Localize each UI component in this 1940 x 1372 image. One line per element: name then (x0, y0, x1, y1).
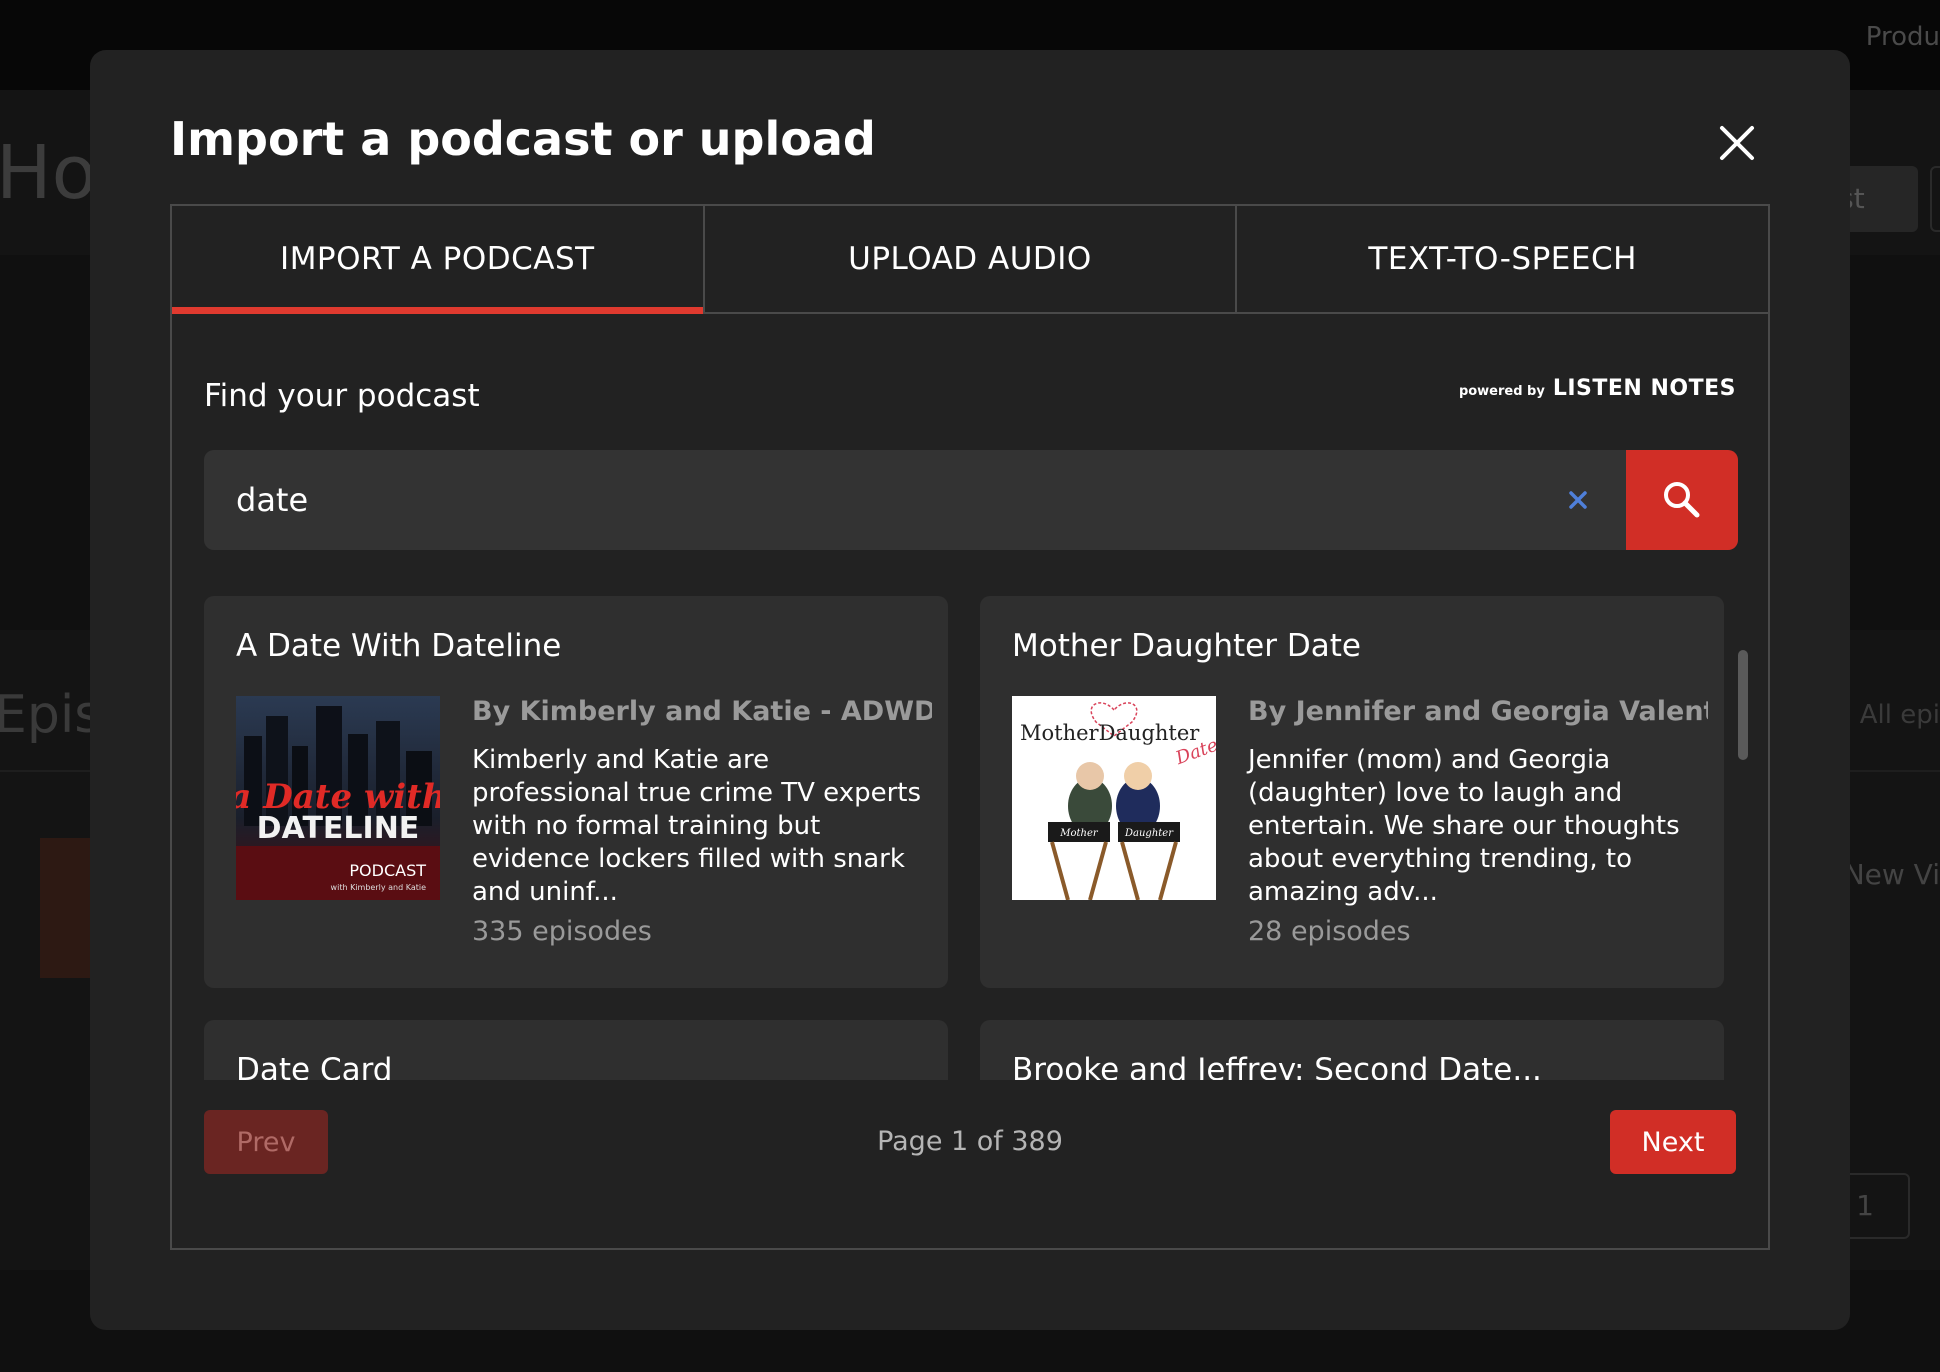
results-scrollbar[interactable] (1738, 650, 1748, 760)
search-button[interactable] (1626, 450, 1738, 550)
background-header-button-2 (1930, 166, 1940, 232)
podcast-description: Kimberly and Katie are professional true… (472, 745, 922, 907)
page-indicator: Page 1 of 389 (877, 1126, 1063, 1157)
clear-search-button[interactable] (1562, 484, 1594, 516)
import-podcast-modal: Import a podcast or upload IMPORT A PODC… (90, 50, 1850, 1330)
search-input[interactable] (204, 450, 1564, 550)
clear-icon (1569, 491, 1587, 509)
tab-text-to-speech[interactable]: TEXT-TO-SPEECH (1237, 206, 1769, 314)
artwork-text-4: Daughter (1124, 828, 1174, 839)
podcast-result-card[interactable]: Mother Daughter Date MotherDaughter Date (980, 596, 1724, 988)
artwork-text-1: MotherDaughter (1020, 721, 1200, 745)
search-icon (1664, 482, 1700, 518)
background-new-label: New Vi (1843, 858, 1940, 891)
search-results-list[interactable]: A Date With Dateline a Date with DATELIN… (204, 596, 1749, 1080)
podcast-title: Mother Daughter Date (1012, 628, 1361, 664)
close-button[interactable] (1714, 120, 1760, 166)
podcast-result-card[interactable]: Brooke and Jeffrey: Second Date... (980, 1020, 1724, 1080)
close-icon (1720, 126, 1754, 160)
podcast-episode-count: 28 episodes (1248, 916, 1411, 947)
modal-title: Import a podcast or upload (170, 112, 876, 166)
background-page-title: Ho (0, 130, 97, 216)
podcast-description: Jennifer (mom) and Georgia (daughter) lo… (1248, 745, 1680, 907)
artwork-text-3: PODCAST (349, 861, 426, 880)
podcast-author: By Kimberly and Katie - ADWDL (472, 696, 932, 727)
listen-notes-attribution[interactable]: powered by LISTEN NOTES (1459, 376, 1736, 401)
artwork-text-3: Mother (1059, 828, 1099, 839)
artwork-text-2: DATELINE (257, 811, 420, 846)
podcast-title: Date Card (236, 1052, 393, 1080)
tab-upload-audio[interactable]: UPLOAD AUDIO (704, 206, 1238, 314)
tab-bar: IMPORT A PODCAST UPLOAD AUDIO TEXT-TO-SP… (172, 206, 1769, 314)
podcast-artwork: MotherDaughter Date Mother Daughter (1012, 696, 1216, 900)
podcast-title: Brooke and Jeffrey: Second Date... (1012, 1052, 1542, 1080)
podcast-result-card[interactable]: A Date With Dateline a Date with DATELIN… (204, 596, 948, 988)
powered-by-text: powered by (1458, 384, 1545, 399)
background-nav-link: Produ (1865, 22, 1940, 52)
listen-notes-logo: LISTEN NOTES (1552, 376, 1736, 401)
podcast-episode-count: 335 episodes (472, 916, 652, 947)
tab-import-podcast[interactable]: IMPORT A PODCAST (172, 206, 705, 314)
find-podcast-label: Find your podcast (204, 378, 480, 414)
artwork-text-4: with Kimberly and Katie (331, 883, 427, 892)
import-panel: IMPORT A PODCAST UPLOAD AUDIO TEXT-TO-SP… (170, 204, 1770, 1250)
next-page-button[interactable]: Next (1610, 1110, 1736, 1174)
podcast-artwork: a Date with DATELINE PODCAST with Kimber… (236, 696, 440, 900)
search-bar (204, 450, 1738, 550)
podcast-title: A Date With Dateline (236, 628, 562, 664)
podcast-author: By Jennifer and Georgia Valent... (1248, 696, 1708, 727)
background-filter: All epi (1859, 700, 1940, 730)
podcast-result-card[interactable]: Date Card (204, 1020, 948, 1080)
